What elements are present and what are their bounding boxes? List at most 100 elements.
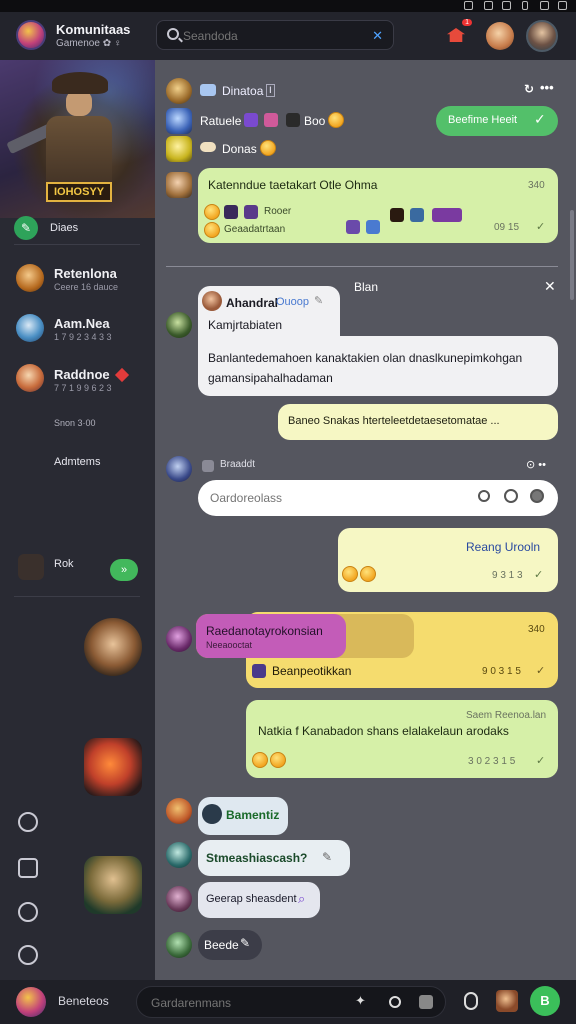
user-avatar[interactable] (166, 108, 192, 134)
sticker-button-icon[interactable] (530, 489, 544, 503)
contact-avatar[interactable] (16, 314, 44, 342)
user-avatar[interactable] (166, 626, 192, 652)
wifi-icon (502, 1, 511, 10)
edit-icon[interactable]: ✎ (322, 850, 332, 864)
search-icon[interactable] (389, 996, 401, 1008)
rock-avatar[interactable] (18, 554, 44, 580)
message-bubble[interactable]: Bamentiz (198, 797, 288, 835)
sticker-icon (244, 205, 258, 219)
message-bubble[interactable]: Banlantedemahoen kanaktakien olan dnaslk… (198, 336, 558, 396)
message-tag: Ⅰ (266, 84, 275, 97)
hero-action-button[interactable]: ✎ (14, 216, 38, 240)
message-bubble[interactable]: Baneo Snakas hterteleetdetaesetomatae ..… (278, 404, 558, 440)
more-options-icon[interactable]: ••• (540, 80, 554, 95)
emoji-icon[interactable] (504, 489, 518, 503)
apple-icon[interactable] (18, 812, 38, 832)
user-avatar[interactable] (166, 886, 192, 912)
reply-quote-bubble[interactable]: Raedanotayrokonsian Neeaooctat (196, 614, 346, 658)
secondary-avatar[interactable] (486, 22, 514, 50)
edit-icon[interactable]: ✎ (240, 936, 250, 950)
magic-icon[interactable]: ✦ (355, 993, 366, 1009)
read-check-icon: ✓ (536, 665, 546, 677)
sticker-icon (410, 208, 424, 222)
message-sub: Kamjrtabiaten (208, 318, 283, 332)
user-avatar[interactable] (166, 798, 192, 824)
message-text: Natkia f Kanabadon shans elalakelaun aro… (258, 724, 509, 738)
message-bubble[interactable]: Katenndue taetakart Otle Ohma 340 Rooer … (198, 168, 558, 243)
user-avatar[interactable] (166, 842, 192, 868)
user-avatar[interactable] (166, 932, 192, 958)
contact-name[interactable]: Retenlona (54, 266, 117, 281)
user-avatar[interactable] (166, 172, 192, 198)
message-bubble[interactable]: Saem Reenoa.lan Natkia f Kanabadon shans… (246, 700, 558, 778)
hero-label: Diaes (50, 222, 79, 234)
user-avatar[interactable] (496, 990, 518, 1012)
message-time: 9 3 1 3 (492, 570, 523, 581)
message-text: Beede (204, 938, 239, 952)
message-input[interactable] (151, 994, 341, 1012)
search-icon[interactable] (478, 490, 490, 502)
bottom-app-logo[interactable] (16, 987, 46, 1017)
user-avatar[interactable] (166, 136, 192, 162)
message-bubble[interactable]: Stmeashiascash? ✎ (198, 840, 350, 876)
quote-sub: Neeaooctat (206, 640, 253, 650)
rock-action-button[interactable]: » (110, 559, 138, 581)
contact-name[interactable]: Aam.Nea (54, 316, 110, 331)
send-button[interactable]: B (530, 986, 560, 1016)
search-input[interactable] (183, 27, 363, 45)
attachment-icon[interactable]: ⌕ (298, 891, 305, 907)
contact-name[interactable]: Raddnoe (54, 367, 110, 382)
home-button[interactable]: 1 (442, 19, 472, 50)
smile-emoji-icon (204, 204, 220, 220)
image-icon[interactable] (419, 995, 433, 1009)
sidebar-section-label[interactable]: Admtems (54, 456, 100, 468)
user-avatar[interactable] (166, 312, 192, 338)
user-avatar[interactable] (166, 78, 192, 104)
scrollbar[interactable] (570, 210, 574, 300)
character-avatar[interactable] (84, 738, 142, 796)
notification-badge: 1 (462, 19, 472, 26)
sticker-icon (244, 113, 258, 127)
read-check-icon: ✓ (536, 221, 546, 233)
sidebar-divider (14, 596, 140, 597)
reply-input-field[interactable] (198, 480, 558, 516)
character-avatar[interactable] (84, 618, 142, 676)
message-text: Katenndue taetakart Otle Ohma (208, 178, 378, 192)
timer-icon[interactable] (18, 902, 38, 922)
message-bubble[interactable]: Geerap sheasdent ⌕ (198, 882, 320, 918)
message-composer[interactable]: ✦ (136, 986, 446, 1018)
character-avatar[interactable] (84, 856, 142, 914)
reaction-icon[interactable]: ↻ (524, 82, 534, 96)
bookmark-pill[interactable]: Beefime Heeit ✓ (436, 106, 558, 136)
close-icon[interactable]: ✕ (544, 278, 556, 295)
rock-label[interactable]: Rok (54, 558, 74, 570)
bottom-label: Beneteos (58, 994, 109, 1008)
app-logo[interactable] (16, 20, 46, 50)
message-bubble[interactable]: Reang Urooln 9 3 1 3 ✓ (338, 528, 558, 592)
chat-icon[interactable] (18, 858, 38, 878)
cloud-icon (200, 142, 216, 152)
microphone-icon[interactable] (464, 992, 478, 1010)
smile-emoji-icon (204, 222, 220, 238)
sender-avatar[interactable] (202, 291, 222, 311)
message-sub: Beanpeotikkan (272, 664, 352, 678)
message-bubble[interactable]: Beede ✎ (198, 930, 262, 960)
contact-avatar[interactable] (16, 364, 44, 392)
settings-icon (558, 1, 567, 10)
compass-icon[interactable] (18, 945, 38, 965)
user-avatar[interactable] (166, 456, 192, 482)
message-bubble[interactable]: Ahandral Ouoop ✎ Kamjrtabiaten (198, 286, 340, 338)
reply-input[interactable] (210, 489, 460, 507)
contact-avatar[interactable] (16, 264, 44, 292)
more-options-icon[interactable]: ⊙ •• (526, 458, 546, 471)
cloud-icon (200, 84, 216, 96)
edit-icon[interactable]: ✎ (314, 294, 323, 307)
search-bar[interactable]: ✕ (156, 20, 394, 50)
clear-search-icon[interactable]: ✕ (372, 28, 383, 44)
message-text: Banlantedemahoen kanaktakien olan dnaslk… (208, 351, 523, 385)
app-title: Komunitaas (56, 22, 131, 37)
smile-emoji-icon (360, 566, 376, 582)
profile-avatar[interactable] (526, 20, 558, 52)
sticker-icon (224, 205, 238, 219)
divider-label: Blan (354, 280, 379, 294)
